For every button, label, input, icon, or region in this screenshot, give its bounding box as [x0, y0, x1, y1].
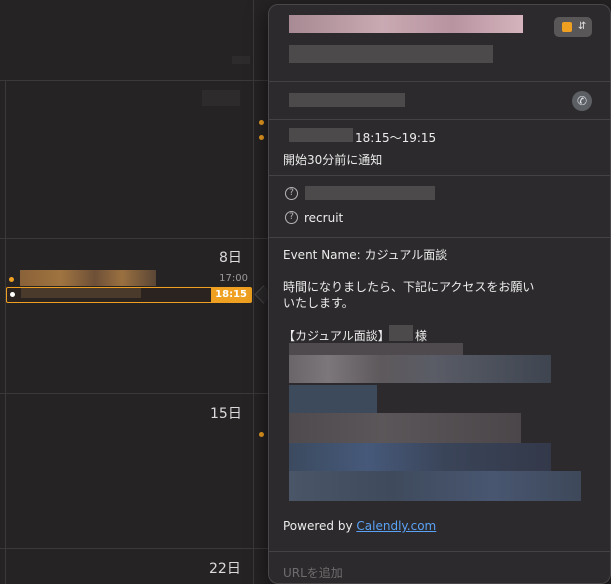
redacted-name — [389, 325, 413, 341]
event-name-line: Event Name: カジュアル面談 — [283, 248, 448, 262]
calendar-color-picker[interactable]: ⇵ — [554, 17, 592, 37]
event-dot — [259, 432, 264, 437]
grid-line — [0, 548, 268, 549]
color-swatch-icon — [562, 22, 572, 32]
redacted-event-title — [20, 270, 156, 286]
redacted-phone[interactable] — [289, 93, 405, 107]
calendly-link[interactable]: Calendly.com — [356, 519, 436, 533]
event-dot — [259, 135, 264, 140]
divider — [269, 175, 610, 176]
redacted-location[interactable] — [289, 45, 493, 63]
grid-line — [5, 80, 6, 584]
day-label-8: 8日 — [219, 250, 242, 266]
redacted-description — [289, 443, 551, 473]
event-time-range[interactable]: 18:15〜19:15 — [355, 129, 436, 146]
calendar-name[interactable]: recruit — [304, 211, 343, 225]
chevron-updown-icon: ⇵ — [578, 21, 587, 32]
day-label-15: 15日 — [210, 406, 242, 422]
event-dot — [259, 120, 264, 125]
description-line: いたします。 — [283, 296, 354, 310]
redacted-organizer — [305, 186, 435, 200]
day-label-22: 22日 — [209, 561, 241, 577]
divider — [269, 237, 610, 238]
event-time-badge: 18:15 — [211, 288, 251, 302]
calendar-event-selected[interactable]: 18:15 — [6, 287, 252, 303]
add-url-field[interactable]: URLを追加 — [283, 564, 343, 581]
phone-icon[interactable]: ✆ — [572, 91, 592, 111]
description-line: 時間になりましたら、下記にアクセスをお願い — [283, 280, 535, 294]
redacted-block — [232, 56, 250, 64]
grid-line — [0, 238, 268, 239]
description-name-suffix: 様 — [415, 329, 428, 343]
event-detail-popover: ⇵ ✆ 18:15〜19:15 開始30分前に通知 ? ? recruit Ev… — [268, 4, 611, 584]
divider — [269, 551, 610, 552]
calendar-event[interactable]: 17:00 — [6, 270, 252, 286]
question-circle-icon: ? — [285, 187, 298, 200]
event-time: 17:00 — [219, 273, 248, 284]
redacted-description — [289, 413, 521, 443]
redacted-date — [289, 128, 353, 142]
grid-line — [0, 80, 268, 81]
redacted-title[interactable] — [289, 15, 523, 33]
divider — [269, 119, 610, 120]
event-dot — [10, 292, 15, 297]
grid-line — [0, 393, 268, 394]
powered-by: Powered by Calendly.com — [283, 519, 436, 533]
divider — [269, 81, 610, 82]
event-alert[interactable]: 開始30分前に通知 — [283, 151, 382, 168]
description-name-prefix: 【カジュアル面談】 — [283, 329, 390, 343]
question-circle-icon: ? — [285, 211, 298, 224]
redacted-event-title — [21, 288, 141, 298]
redacted-description — [289, 385, 377, 413]
redacted-description — [289, 355, 551, 383]
powered-by-label: Powered by — [283, 519, 353, 533]
redacted-block — [202, 90, 240, 106]
redacted-description — [289, 471, 581, 501]
grid-line — [253, 0, 254, 584]
